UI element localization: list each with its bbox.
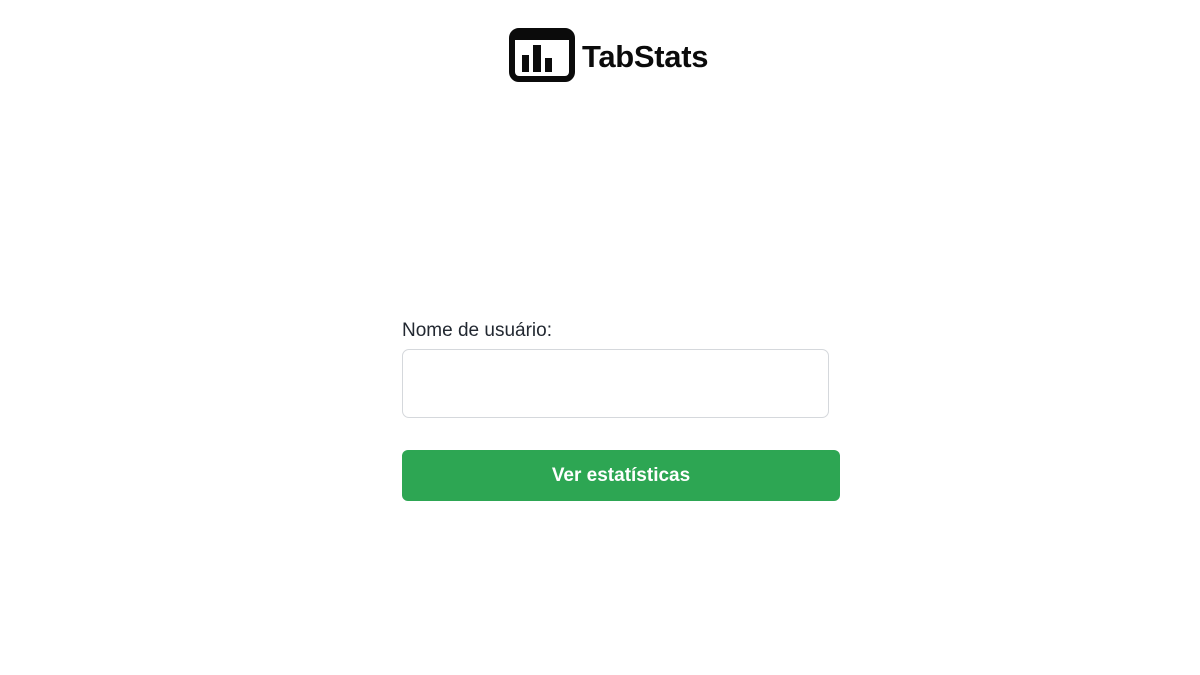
view-stats-button[interactable]: Ver estatísticas (402, 450, 840, 501)
login-page: TabStats Nome de usuário: Ver estatístic… (0, 0, 1200, 675)
username-input[interactable] (402, 349, 829, 418)
brand-logo[interactable]: TabStats (509, 28, 709, 82)
bar-chart-window-icon (509, 28, 575, 82)
username-form: Nome de usuário: Ver estatísticas (402, 318, 840, 501)
app-name: TabStats (582, 38, 709, 74)
username-label: Nome de usuário: (402, 320, 552, 341)
